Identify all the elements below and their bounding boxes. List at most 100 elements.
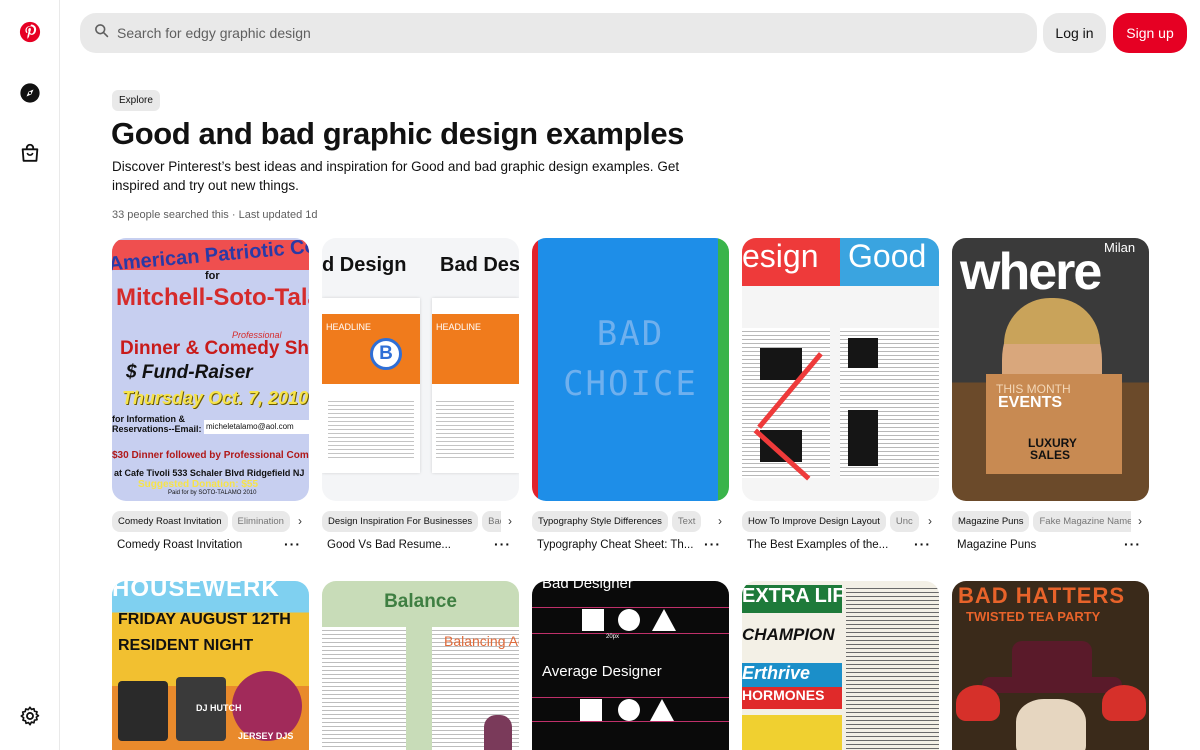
- pin-tag[interactable]: Comedy Roast Invitation: [112, 510, 228, 532]
- pin-image-text: TWISTED TEA PARTY: [966, 609, 1101, 624]
- pin-image-text: Mitchell-Soto-Talamo: [116, 284, 309, 311]
- pin-image-text: where: [960, 243, 1102, 301]
- more-options-icon[interactable]: ···: [704, 536, 721, 552]
- sidebar: [0, 0, 60, 750]
- pin-card[interactable]: HOUSEWERK FRIDAY AUGUST 12TH RESIDENT NI…: [112, 581, 309, 750]
- explore-compass-icon[interactable]: [18, 81, 42, 105]
- chevron-right-icon[interactable]: ›: [1131, 510, 1149, 532]
- pin-image[interactable]: d Design Bad Des HEADLINE B HEADLINE: [322, 238, 519, 501]
- pin-image-text: Average Designer: [542, 663, 662, 680]
- more-options-icon[interactable]: ···: [494, 536, 511, 552]
- chevron-right-icon[interactable]: ›: [921, 510, 939, 532]
- pin-image-text: HEADLINE: [326, 322, 372, 332]
- pin-image-text: HEADLINE: [436, 322, 482, 332]
- chevron-right-icon[interactable]: ›: [711, 510, 729, 532]
- pin-image[interactable]: HOUSEWERK FRIDAY AUGUST 12TH RESIDENT NI…: [112, 581, 309, 750]
- search-icon: [94, 23, 109, 43]
- pin-card[interactable]: Bad Designer 20px Average Designer: [532, 581, 729, 750]
- pin-image-text: for Information & Reservations--Email:: [112, 414, 202, 434]
- pin-image-text: esign: [742, 238, 840, 286]
- pin-image-text: Thursday Oct. 7, 2010: [122, 388, 309, 408]
- pin-image[interactable]: Balance Balancing Ac: [322, 581, 519, 750]
- pin-image-text: SALES: [1030, 448, 1071, 462]
- login-button[interactable]: Log in: [1043, 13, 1106, 53]
- pin-tag[interactable]: Magazine Puns: [952, 510, 1030, 532]
- pin-image-text: Milan: [1104, 240, 1136, 255]
- pin-image-text: RESIDENT NIGHT: [118, 637, 254, 654]
- settings-gear-icon[interactable]: [18, 704, 42, 728]
- pin-tag[interactable]: Unc: [889, 510, 919, 532]
- pin-image-text: BAD: [596, 314, 665, 354]
- chevron-right-icon[interactable]: ›: [291, 510, 309, 532]
- pin-image-text: JERSEY DJS: [238, 731, 294, 741]
- pin-image-text: Bad Designer: [542, 581, 633, 592]
- more-options-icon[interactable]: ···: [1124, 536, 1141, 552]
- pin-image[interactable]: esign Good: [742, 238, 939, 501]
- pin-image[interactable]: EXTRA LIFE CHAMPION Erthrive HORMONES: [742, 581, 939, 750]
- pin-card[interactable]: American Patriotic Comedy Tour for Mitch…: [112, 238, 309, 552]
- pin-image-text: Erthrive: [742, 663, 842, 689]
- page-description: Discover Pinterest’s best ideas and insp…: [112, 159, 680, 193]
- pin-image-text: Dinner & Comedy Show: [120, 338, 309, 359]
- pin-image-text: EVENTS: [998, 394, 1063, 411]
- pin-title[interactable]: The Best Examples of the...: [747, 539, 907, 551]
- pin-tag[interactable]: Design Inspiration For Businesses: [322, 510, 479, 532]
- pin-image-text: Balancing Ac: [444, 633, 519, 649]
- pin-tag[interactable]: How To Improve Design Layout: [742, 510, 886, 532]
- pin-image-text: CHAMPION: [742, 625, 835, 644]
- pin-tags: Magazine Puns Fake Magazine Name ›: [952, 510, 1149, 532]
- pin-card[interactable]: esign Good How To Improve Design Layout …: [742, 238, 939, 552]
- pin-tags: Design Inspiration For Businesses Bad ›: [322, 510, 519, 532]
- pin-image-text: at Cafe Tivoli 533 Schaler Blvd Ridgefie…: [114, 468, 305, 478]
- pin-image-text: CHOICE: [563, 364, 698, 404]
- pin-image-text: for: [205, 270, 220, 282]
- pin-card[interactable]: d Design Bad Des HEADLINE B HEADLINE Des…: [322, 238, 519, 552]
- pin-image-text: $ Fund-Raiser: [126, 362, 253, 383]
- shop-bag-icon[interactable]: [18, 141, 42, 165]
- pin-image[interactable]: BAD CHOICE: [532, 238, 729, 501]
- pin-image-text: BAD HATTERS: [958, 583, 1126, 608]
- pin-tag[interactable]: Elimination: [231, 510, 290, 532]
- pin-image-text: $30 Dinner followed by Professional Come…: [112, 450, 309, 461]
- pin-tags: Comedy Roast Invitation Elimination ›: [112, 510, 309, 532]
- pin-image-text: HORMONES: [742, 687, 842, 709]
- pin-tag[interactable]: Fake Magazine Name: [1033, 510, 1139, 532]
- search-input[interactable]: [117, 25, 997, 41]
- pin-image-text: d Design: [322, 254, 407, 276]
- search-bar[interactable]: [80, 13, 1037, 53]
- pinterest-logo-icon[interactable]: [18, 20, 42, 44]
- pin-image[interactable]: Bad Designer 20px Average Designer: [532, 581, 729, 750]
- signup-button[interactable]: Sign up: [1113, 13, 1187, 53]
- pin-card[interactable]: Balance Balancing Ac: [322, 581, 519, 750]
- pin-card[interactable]: EXTRA LIFE CHAMPION Erthrive HORMONES: [742, 581, 939, 750]
- pin-tag[interactable]: Typography Style Differences: [532, 510, 668, 532]
- pin-tags: Typography Style Differences Text ›: [532, 510, 729, 532]
- pin-image-text: Good: [840, 238, 939, 286]
- pin-title[interactable]: Magazine Puns: [957, 539, 1117, 551]
- search-meta: 33 people searched this · Last updated 1…: [112, 209, 318, 221]
- pin-card[interactable]: BAD HATTERS TWISTED TEA PARTY: [952, 581, 1149, 750]
- breadcrumb-explore[interactable]: Explore: [112, 90, 160, 111]
- pin-image-text: EXTRA LIFE: [742, 585, 858, 613]
- pin-image-text: Paid for by SOTO-TALAMO 2010: [168, 490, 257, 496]
- pin-image[interactable]: Milan where THIS MONTH EVENTS LUXURY SAL…: [952, 238, 1149, 501]
- more-options-icon[interactable]: ···: [284, 536, 301, 552]
- pin-image-text: B: [370, 338, 402, 370]
- pin-image[interactable]: BAD HATTERS TWISTED TEA PARTY: [952, 581, 1149, 750]
- chevron-right-icon[interactable]: ›: [501, 510, 519, 532]
- pin-title[interactable]: Typography Cheat Sheet: Th...: [537, 539, 697, 551]
- pin-title[interactable]: Good Vs Bad Resume...: [327, 539, 487, 551]
- pin-image-text: Suggested Donation: $55: [138, 479, 259, 490]
- pin-image-text: HOUSEWERK: [112, 581, 280, 602]
- pin-tag[interactable]: Text: [671, 510, 702, 532]
- pin-title[interactable]: Comedy Roast Invitation: [117, 539, 277, 551]
- pin-card[interactable]: Milan where THIS MONTH EVENTS LUXURY SAL…: [952, 238, 1149, 552]
- pin-image-text: FRIDAY AUGUST 12TH: [118, 611, 291, 628]
- pin-image-text: Balance: [384, 591, 457, 612]
- more-options-icon[interactable]: ···: [914, 536, 931, 552]
- pin-image-text: DJ HUTCH: [196, 703, 242, 713]
- pin-card[interactable]: BAD CHOICE Typography Style Differences …: [532, 238, 729, 552]
- pin-tags: How To Improve Design Layout Unc ›: [742, 510, 939, 532]
- pin-image-text: micheletalamo@aol.com: [204, 420, 309, 434]
- pin-image[interactable]: American Patriotic Comedy Tour for Mitch…: [112, 238, 309, 501]
